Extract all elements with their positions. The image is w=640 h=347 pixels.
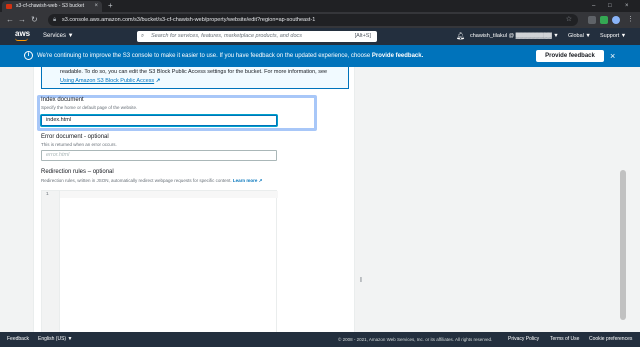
browser-tab[interactable]: s3-cf-chawish-web - S3 bucket × xyxy=(2,1,102,12)
main-content: readable. To do so, you can edit the S3 … xyxy=(0,67,640,332)
maximize-window-button[interactable]: □ xyxy=(608,0,612,12)
browser-toolbar: ← → ↻ 🔒︎ s3.console.aws.amazon.com/s3/bu… xyxy=(0,12,640,28)
close-icon[interactable]: × xyxy=(610,45,615,67)
privacy-policy-link[interactable]: Privacy Policy xyxy=(508,332,539,347)
block-public-access-info-callout: readable. To do so, you can edit the S3 … xyxy=(41,67,349,89)
address-bar[interactable]: 🔒︎ s3.console.aws.amazon.com/s3/bucket/s… xyxy=(48,14,578,26)
aws-smile-icon xyxy=(15,38,28,41)
index-document-label: Index document xyxy=(41,97,84,103)
profile-avatar-icon[interactable] xyxy=(612,16,620,24)
reload-icon[interactable]: ↻ xyxy=(31,15,38,25)
index-document-input[interactable]: index.html xyxy=(41,115,277,126)
console-footer: Feedback English (US) ▼ © 2008 - 2021, A… xyxy=(0,332,640,347)
notifications-bell-icon[interactable]: 🔔︎ xyxy=(456,28,465,45)
block-public-access-link[interactable]: Using Amazon S3 Block Public Access xyxy=(60,78,154,84)
flash-message: We're continuing to improve the S3 conso… xyxy=(37,53,424,59)
url-text: s3.console.aws.amazon.com/s3/bucket/s3-c… xyxy=(62,17,316,23)
account-menu[interactable]: chawish_tilakul @ ▓▓▓▓▓▓▓▓▓ ▼ xyxy=(470,28,559,45)
services-menu[interactable]: Services ▼ xyxy=(43,28,74,45)
provide-feedback-button[interactable]: Provide feedback xyxy=(536,50,604,62)
feedback-link[interactable]: Feedback xyxy=(7,332,29,347)
line-number: 1 xyxy=(46,192,49,197)
aws-top-nav: aws Services ▼ ⌕ Search for services, fe… xyxy=(0,28,640,45)
feedback-flash-banner: i We're continuing to improve the S3 con… xyxy=(0,45,640,67)
minimize-window-button[interactable]: – xyxy=(592,0,595,12)
index-document-description: Specify the home or default page of the … xyxy=(41,105,138,110)
browser-menu-icon[interactable]: ⋮ xyxy=(627,15,634,25)
static-website-hosting-panel: readable. To do so, you can edit the S3 … xyxy=(33,67,355,332)
region-menu[interactable]: Global ▼ xyxy=(568,28,591,45)
new-tab-button[interactable]: + xyxy=(108,0,113,12)
callout-text: readable. To do so, you can edit the S3 … xyxy=(60,69,328,75)
info-icon: i xyxy=(24,51,33,60)
editor-current-line xyxy=(60,191,278,198)
close-window-button[interactable]: × xyxy=(625,0,629,12)
browser-tab-bar: s3-cf-chawish-web - S3 bucket × + – □ × xyxy=(0,0,640,12)
search-icon: ⌕ xyxy=(141,33,145,39)
tab-title: s3-cf-chawish-web - S3 bucket xyxy=(16,3,85,9)
search-shortcut: [Alt+S] xyxy=(354,33,371,39)
extension-icon[interactable] xyxy=(600,16,608,24)
redirection-rules-description: Redirection rules, written in JSON, auto… xyxy=(41,178,263,183)
extension-icon[interactable] xyxy=(588,16,596,24)
error-document-label: Error document - optional xyxy=(41,134,109,140)
console-search-input[interactable]: ⌕ Search for services, features, marketp… xyxy=(137,31,377,42)
copyright-text: © 2008 - 2021, Amazon Web Services, Inc.… xyxy=(338,337,493,342)
forward-icon[interactable]: → xyxy=(18,15,26,25)
s3-favicon-icon xyxy=(6,4,12,9)
page-scrollbar[interactable] xyxy=(620,170,626,320)
terms-of-use-link[interactable]: Terms of Use xyxy=(550,332,579,347)
language-selector[interactable]: English (US) ▼ xyxy=(38,332,72,347)
error-document-description: This is returned when an error occurs. xyxy=(41,142,117,147)
external-link-icon: ↗ xyxy=(258,178,263,183)
tab-close-icon[interactable]: × xyxy=(94,1,98,12)
lock-icon: 🔒︎ xyxy=(53,17,57,23)
external-link-icon: ↗ xyxy=(155,78,161,84)
learn-more-link[interactable]: Learn more xyxy=(233,178,258,183)
error-document-input[interactable]: error.html xyxy=(41,150,277,161)
mouse-cursor-icon: I xyxy=(360,277,362,284)
support-menu[interactable]: Support ▼ xyxy=(600,28,626,45)
aws-logo[interactable]: aws xyxy=(15,30,30,41)
editor-gutter: 1 xyxy=(42,191,60,332)
bookmark-star-icon[interactable]: ☆ xyxy=(566,14,572,26)
cookie-preferences-link[interactable]: Cookie preferences xyxy=(589,332,632,347)
redirection-rules-editor[interactable]: 1 xyxy=(41,190,278,332)
redirection-rules-label: Redirection rules – optional xyxy=(41,169,114,175)
search-placeholder: Search for services, features, marketpla… xyxy=(151,33,303,39)
back-icon[interactable]: ← xyxy=(6,15,14,25)
